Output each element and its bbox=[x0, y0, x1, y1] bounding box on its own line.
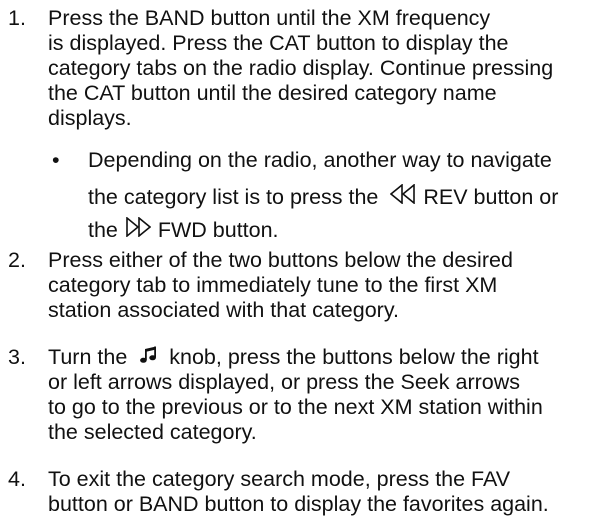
bullet-line: the category list is to press the REV bu… bbox=[88, 181, 600, 214]
step-line-end: knob, press the buttons below the right bbox=[169, 345, 539, 369]
bullet-dot: • bbox=[52, 148, 60, 172]
step-number: 2. bbox=[8, 248, 26, 272]
step-line: to go to the previous or to the next XM … bbox=[48, 395, 543, 419]
rewind-icon bbox=[390, 184, 416, 205]
step-text: Press the BAND button until the XM frequ… bbox=[48, 6, 600, 131]
bullet-line-start: the category list is to press the bbox=[88, 185, 379, 209]
step-line: or left arrows displayed, or press the S… bbox=[48, 370, 521, 394]
instructions-document: 1. Press the BAND button until the XM fr… bbox=[0, 0, 602, 525]
bullet-line: Depending on the radio, another way to n… bbox=[88, 148, 552, 172]
step-line-start: Turn the bbox=[48, 345, 128, 369]
step-text: Press either of the two buttons below th… bbox=[48, 248, 600, 323]
step-text: To exit the category search mode, press … bbox=[48, 467, 600, 517]
step-line: category tabs on the radio display. Cont… bbox=[48, 56, 554, 80]
rev-button-label: REV button or bbox=[423, 185, 559, 209]
step-line: button or BAND button to display the fav… bbox=[48, 492, 549, 516]
bullet-text: Depending on the radio, another way to n… bbox=[88, 148, 600, 247]
step-line: is displayed. Press the CAT button to di… bbox=[48, 31, 509, 55]
step-line: the CAT button until the desired categor… bbox=[48, 81, 497, 105]
step-number: 3. bbox=[8, 345, 26, 369]
step-number: 1. bbox=[8, 6, 26, 30]
step-line: Press either of the two buttons below th… bbox=[48, 248, 513, 272]
bullet-line-start: the bbox=[88, 218, 118, 242]
step-line: the selected category. bbox=[48, 420, 257, 444]
step-line: displays. bbox=[48, 106, 132, 130]
step-number: 4. bbox=[8, 467, 26, 491]
bullet-line: the FWD button. bbox=[88, 214, 600, 247]
step-line: Turn the knob, press the buttons below t… bbox=[48, 345, 600, 370]
fwd-button-label: FWD button. bbox=[157, 218, 279, 242]
step-line: Press the BAND button until the XM frequ… bbox=[48, 6, 491, 30]
fast-forward-icon bbox=[125, 217, 151, 238]
music-note-icon bbox=[139, 345, 159, 365]
step-text: Turn the knob, press the buttons below t… bbox=[48, 345, 600, 445]
step-line: category tab to immediately tune to the … bbox=[48, 273, 498, 297]
step-line: station associated with that category. bbox=[48, 298, 399, 322]
step-line: To exit the category search mode, press … bbox=[48, 467, 511, 491]
